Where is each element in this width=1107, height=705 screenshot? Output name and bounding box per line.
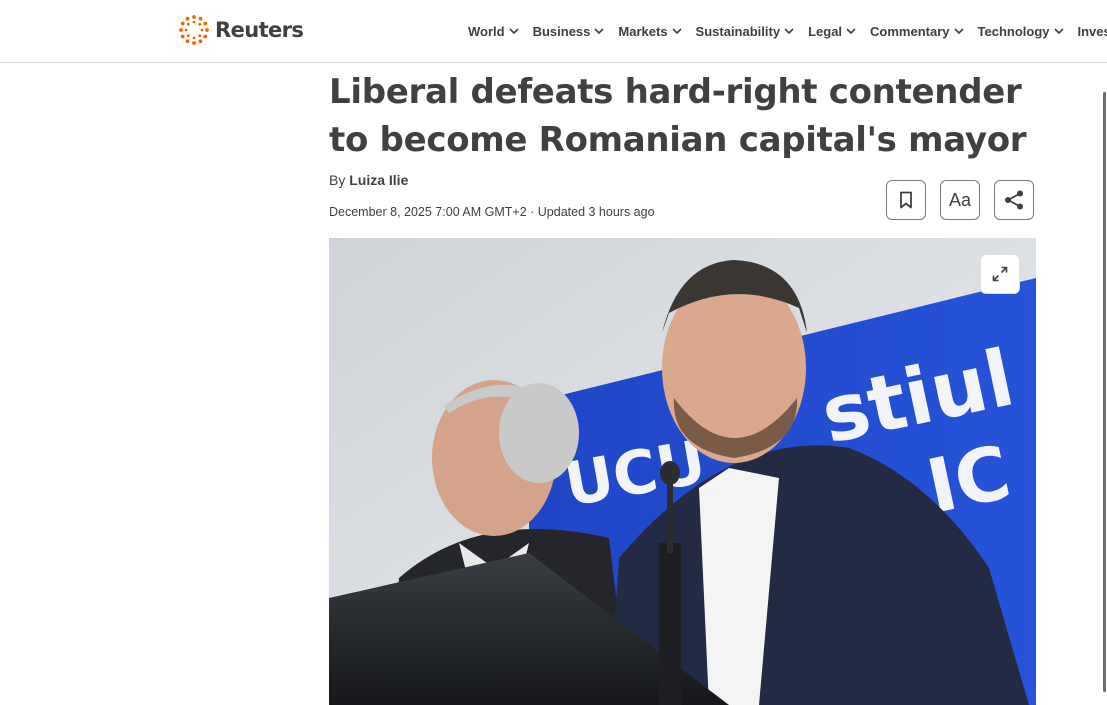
- expand-image-button[interactable]: [980, 254, 1020, 294]
- chevron-down-icon: [846, 28, 856, 35]
- font-size-label: Aa: [948, 189, 972, 210]
- brand-name: Reuters: [215, 18, 304, 42]
- share-icon: [1005, 190, 1023, 210]
- byline-prefix: By: [329, 172, 346, 188]
- nav-label: Markets: [618, 23, 668, 39]
- expand-icon: [992, 266, 1008, 282]
- nav-label: Commentary: [870, 23, 950, 39]
- nav-label: Sustainability: [695, 23, 781, 39]
- nav-business[interactable]: Business: [533, 24, 605, 39]
- nav-technology[interactable]: Technology: [978, 24, 1064, 39]
- chevron-down-icon: [784, 28, 794, 35]
- reuters-logo-icon: [179, 15, 209, 45]
- person-background: [499, 383, 579, 483]
- page-scrollbar[interactable]: [1103, 92, 1106, 692]
- nav-investigations[interactable]: Inves: [1078, 24, 1107, 39]
- byline: By Luiza Ilie: [329, 172, 408, 188]
- chevron-down-icon: [594, 28, 604, 35]
- site-header: Reuters World Business Markets Sustainab…: [0, 0, 1107, 63]
- author-link[interactable]: Luiza Ilie: [349, 172, 408, 188]
- nav-label: Inves: [1077, 23, 1107, 39]
- article-headline: Liberal defeats hard-right contender to …: [329, 72, 1027, 160]
- share-button[interactable]: [994, 180, 1034, 220]
- nav-commentary[interactable]: Commentary: [870, 23, 964, 39]
- bookmark-icon: [900, 191, 912, 209]
- photo-scene: stiul UCU IC: [329, 238, 1036, 705]
- nav-label: Business: [532, 23, 591, 39]
- article-dateline: December 8, 2025 7:00 AM GMT+2 · Updated…: [329, 205, 655, 219]
- main-nav: World Business Markets Sustainability Le…: [468, 0, 1107, 62]
- chevron-down-icon: [671, 28, 682, 35]
- chevron-down-icon: [509, 28, 519, 35]
- article-photo: stiul UCU IC: [329, 238, 1036, 705]
- nav-label: Legal: [808, 23, 843, 39]
- bookmark-button[interactable]: [886, 180, 926, 220]
- nav-legal[interactable]: Legal: [808, 24, 856, 39]
- nav-markets[interactable]: Markets: [618, 23, 682, 39]
- chevron-down-icon: [953, 28, 964, 35]
- reuters-logo[interactable]: Reuters: [178, 13, 304, 47]
- nav-sustainability[interactable]: Sustainability: [696, 24, 795, 39]
- nav-label: Technology: [977, 23, 1050, 39]
- nav-label: World: [468, 23, 505, 39]
- chevron-down-icon: [1053, 28, 1064, 35]
- nav-world[interactable]: World: [468, 24, 519, 39]
- font-size-button[interactable]: Aa: [940, 180, 980, 220]
